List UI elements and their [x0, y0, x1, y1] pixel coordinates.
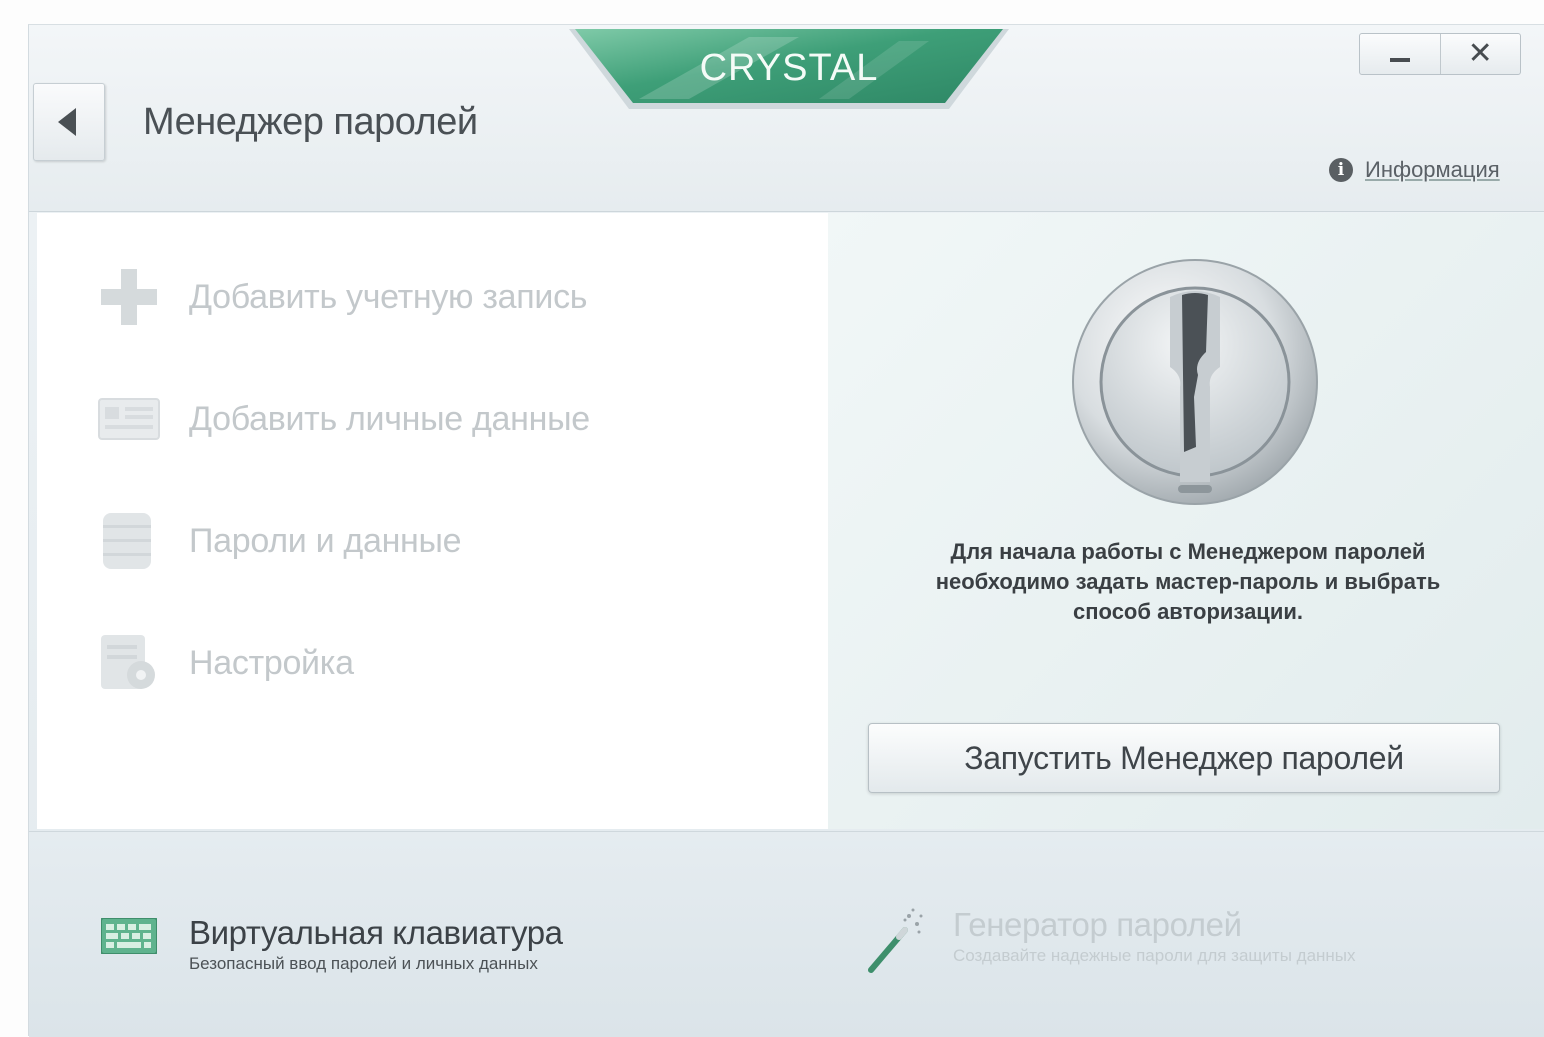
- menu-pane: Добавить учетную запись Добавить личные …: [37, 213, 828, 829]
- plus-icon: [97, 265, 161, 329]
- brand-banner: CRYSTAL: [569, 29, 1009, 125]
- menu-item-add-account[interactable]: Добавить учетную запись: [97, 265, 588, 329]
- menu-item-label: Пароли и данные: [189, 521, 462, 560]
- app-window: Менеджер паролей CRYSTAL ✕ i Информация …: [28, 24, 1544, 1037]
- welcome-panel: Для начала работы с Менеджером паролей н…: [828, 213, 1544, 829]
- password-generator-tool[interactable]: Генератор паролей Создавайте надежные па…: [865, 906, 1356, 976]
- header: Менеджер паролей CRYSTAL ✕ i Информация: [29, 25, 1544, 212]
- tool-title: Генератор паролей: [953, 906, 1242, 943]
- menu-item-add-personal-data[interactable]: Добавить личные данные: [97, 387, 590, 451]
- settings-icon: [97, 631, 161, 695]
- footer-tools: Виртуальная клавиатура Безопасный ввод п…: [29, 831, 1544, 1037]
- info-link-group[interactable]: i Информация: [1329, 157, 1500, 183]
- menu-item-label: Настройка: [189, 643, 354, 682]
- window-controls: ✕: [1359, 33, 1521, 75]
- virtual-keyboard-tool[interactable]: Виртуальная клавиатура Безопасный ввод п…: [101, 914, 563, 974]
- start-password-manager-button[interactable]: Запустить Менеджер паролей: [868, 723, 1500, 793]
- message-line: способ авторизации.: [1073, 599, 1303, 624]
- back-button[interactable]: [33, 83, 105, 161]
- back-arrow-icon: [58, 108, 76, 136]
- close-icon: ✕: [1467, 37, 1493, 70]
- magic-wand-icon: [868, 908, 923, 973]
- page-title: Менеджер паролей: [143, 101, 478, 143]
- tool-title: Виртуальная клавиатура: [189, 914, 563, 951]
- message-line: Для начала работы с Менеджером паролей: [950, 539, 1426, 564]
- info-link[interactable]: Информация: [1365, 157, 1500, 183]
- info-icon: i: [1329, 158, 1353, 182]
- tool-text: Генератор паролей Создавайте надежные па…: [953, 906, 1356, 966]
- tool-subtitle: Безопасный ввод паролей и личных данных: [189, 954, 538, 973]
- message-line: необходимо задать мастер-пароль и выбрат…: [935, 569, 1441, 594]
- brand-label: CRYSTAL: [699, 47, 879, 89]
- keyhole-lock-icon: [1072, 259, 1318, 505]
- tool-text: Виртуальная клавиатура Безопасный ввод п…: [189, 914, 563, 974]
- menu-item-settings[interactable]: Настройка: [97, 631, 354, 695]
- keyboard-icon: [101, 918, 157, 954]
- minimize-button[interactable]: [1360, 34, 1441, 74]
- database-icon: [97, 509, 161, 573]
- welcome-message: Для начала работы с Менеджером паролей н…: [888, 537, 1488, 627]
- menu-item-label: Добавить учетную запись: [189, 277, 588, 316]
- minimize-icon: [1390, 58, 1410, 62]
- menu-item-label: Добавить личные данные: [189, 399, 590, 438]
- menu-item-passwords-data[interactable]: Пароли и данные: [97, 509, 462, 573]
- tool-subtitle: Создавайте надежные пароли для защиты да…: [953, 946, 1356, 965]
- id-card-icon: [97, 387, 161, 451]
- close-button[interactable]: ✕: [1441, 34, 1521, 74]
